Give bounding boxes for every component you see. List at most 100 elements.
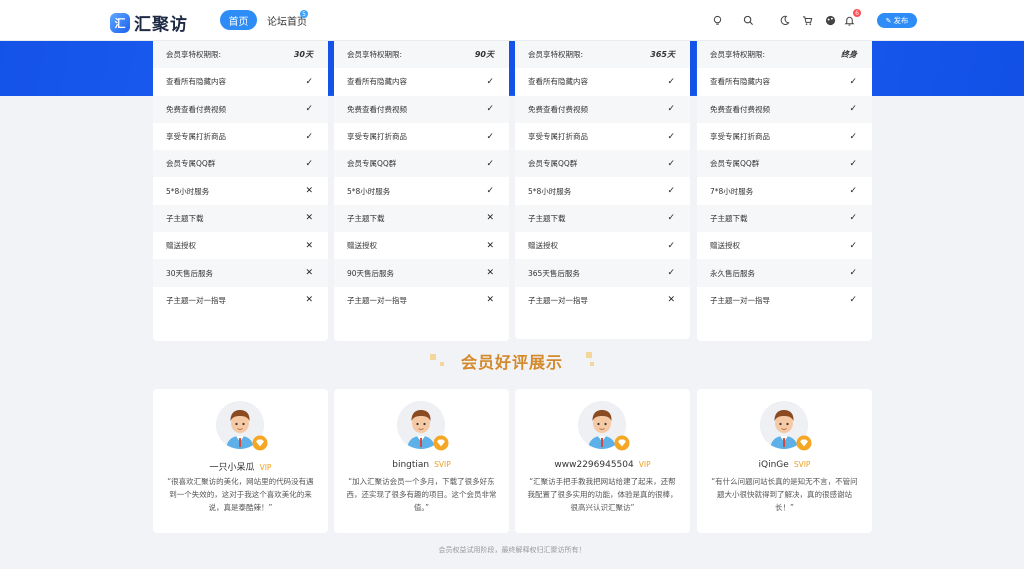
plan-feature-label: 免费查看付费视频 <box>166 104 226 114</box>
bulb-icon[interactable] <box>709 12 725 28</box>
plan-feature-row: 30天售后服务 ✕ <box>153 259 328 287</box>
check-icon: ✓ <box>849 186 857 197</box>
reviews-title: 会员好评展示 <box>460 353 563 372</box>
check-icon: ✓ <box>849 268 857 279</box>
check-icon: ✓ <box>486 186 494 197</box>
plan-period-label: 会员享特权期限: <box>528 50 584 60</box>
logo-icon: 汇 <box>110 12 130 33</box>
reviewer-name-line: 一只小呆瓜 VIP <box>153 460 328 473</box>
cross-icon: ✕ <box>486 268 494 279</box>
plan-feature-label: 7*8小时服务 <box>710 186 754 196</box>
member-level: VIP <box>638 460 651 469</box>
plan-feature-row: 免费查看付费视频 ✓ <box>515 95 690 123</box>
plan-feature-row: 90天售后服务 ✕ <box>334 259 509 287</box>
theme-palette-icon[interactable] <box>822 12 838 28</box>
dark-mode-icon[interactable] <box>776 12 792 28</box>
plan-feature-row: 享受专属打折商品 ✓ <box>697 123 872 150</box>
site-logo[interactable]: 汇 汇聚访 <box>110 10 188 35</box>
plan-feature-label: 查看所有隐藏内容 <box>347 77 407 87</box>
plan-feature-row: 5*8小时服务 ✓ <box>515 177 690 204</box>
plan-feature-label: 会员专属QQ群 <box>166 159 216 169</box>
plan-accent-bar <box>690 41 696 95</box>
plan-feature-label: 享受专属打折商品 <box>347 132 407 142</box>
publish-label: 发布 <box>893 16 909 25</box>
plan-feature-row: 查看所有隐藏内容 ✓ <box>697 68 872 95</box>
plan-feature-label: 子主题下载 <box>710 213 748 223</box>
plan-column: 会员享特权期限: 365天 查看所有隐藏内容 ✓ 免费查看付费视频 ✓ 享受专属打折商品 ✓ 会… <box>515 41 690 339</box>
reviewer-name: 一只小呆瓜 <box>209 463 255 473</box>
publish-button[interactable]: ✎ 发布 <box>877 13 917 28</box>
plan-feature-label: 享受专属打折商品 <box>166 132 226 142</box>
logo-text: 汇聚访 <box>134 15 188 35</box>
plan-column: 会员享特权期限: 90天 查看所有隐藏内容 ✓ 免费查看付费视频 ✓ 享受专属打折商品 ✓ 会员… <box>334 41 509 341</box>
check-icon: ✓ <box>849 240 857 251</box>
plan-feature-row: 子主题一对一指导 ✕ <box>515 287 690 314</box>
check-icon: ✓ <box>305 76 313 87</box>
plan-period-label: 会员享特权期限: <box>347 50 403 60</box>
plan-feature-row: 赠送授权 ✕ <box>334 232 509 259</box>
plan-feature-label: 30天售后服务 <box>166 268 214 278</box>
plan-feature-label: 查看所有隐藏内容 <box>528 77 588 87</box>
plan-feature-row: 5*8小时服务 ✕ <box>153 177 328 204</box>
check-icon: ✓ <box>667 213 675 224</box>
plan-column: 会员享特权期限: 30天 查看所有隐藏内容 ✓ 免费查看付费视频 ✓ 享受专属打折商品 ✓ 会员… <box>153 41 328 341</box>
check-icon: ✓ <box>667 240 675 251</box>
reviewer-name: www2296945504 <box>554 460 634 470</box>
plan-feature-label: 子主题下载 <box>528 213 566 223</box>
cross-icon: ✕ <box>305 240 313 251</box>
search-icon[interactable] <box>740 12 756 28</box>
top-header: 汇 汇聚访 首页 论坛首页 5 6 ✎ 发布 <box>0 0 1024 41</box>
plan-feature-label: 免费查看付费视频 <box>347 104 407 114</box>
plan-feature-label: 365天售后服务 <box>528 268 580 278</box>
plan-feature-row: 赠送授权 ✓ <box>697 232 872 259</box>
member-level: SVIP <box>793 460 811 469</box>
plan-feature-label: 赠送授权 <box>347 241 377 251</box>
review-card: bingtian SVIP “加入汇聚访会员一个多月，下载了很多好东西，还实现了很多… <box>334 389 509 533</box>
plan-feature-label: 享受专属打折商品 <box>528 132 588 142</box>
plan-feature-label: 赠送授权 <box>528 241 558 251</box>
vip-badge-icon <box>796 435 812 451</box>
plan-feature-row: 查看所有隐藏内容 ✓ <box>515 68 690 95</box>
plan-period-label: 会员享特权期限: <box>710 50 766 60</box>
review-card: iQinGe SVIP “有什么问题问站长真的是知无不言，不管问题大小很快就得到了解… <box>697 389 872 533</box>
check-icon: ✓ <box>849 104 857 115</box>
plan-period-row: 会员享特权期限: 终身 <box>697 41 872 69</box>
plan-feature-row: 子主题一对一指导 ✕ <box>334 287 509 314</box>
plan-period-row: 会员享特权期限: 30天 <box>153 41 328 69</box>
plan-feature-label: 5*8小时服务 <box>528 186 572 196</box>
vip-badge-icon <box>614 435 630 451</box>
plan-feature-row: 享受专属打折商品 ✓ <box>515 123 690 150</box>
check-icon: ✓ <box>667 76 675 87</box>
check-icon: ✓ <box>849 295 857 306</box>
plan-feature-row: 享受专属打折商品 ✓ <box>153 123 328 150</box>
notify-badge: 6 <box>853 9 861 17</box>
plan-feature-label: 子主题一对一指导 <box>166 295 226 305</box>
reviewer-name-line: iQinGe SVIP <box>697 460 872 470</box>
member-level: VIP <box>259 463 272 472</box>
check-icon: ✓ <box>305 104 313 115</box>
check-icon: ✓ <box>667 268 675 279</box>
plan-feature-label: 5*8小时服务 <box>347 186 391 196</box>
cart-icon[interactable] <box>799 12 815 28</box>
check-icon: ✓ <box>486 131 494 142</box>
plan-feature-row: 子主题下载 ✓ <box>515 204 690 233</box>
cross-icon: ✕ <box>305 186 313 197</box>
plan-period-value: 终身 <box>841 50 857 60</box>
cross-icon: ✕ <box>305 268 313 279</box>
plan-feature-row: 享受专属打折商品 ✓ <box>334 123 509 150</box>
plan-period-label: 会员享特权期限: <box>166 50 222 60</box>
plan-feature-label: 免费查看付费视频 <box>528 104 588 114</box>
cross-icon: ✕ <box>486 240 494 251</box>
nav-home[interactable]: 首页 <box>220 10 257 30</box>
cross-icon: ✕ <box>305 295 313 306</box>
plan-feature-row: 免费查看付费视频 ✓ <box>334 95 509 123</box>
review-text: “汇聚访手把手教我把网站给建了起来，还帮我配置了很多实用的功能，体验是真的很棒，… <box>527 477 678 512</box>
plan-period-row: 会员享特权期限: 90天 <box>334 41 509 69</box>
check-icon: ✓ <box>486 158 494 169</box>
plan-feature-row: 查看所有隐藏内容 ✓ <box>153 68 328 95</box>
check-icon: ✓ <box>305 158 313 169</box>
check-icon: ✓ <box>667 158 675 169</box>
check-icon: ✓ <box>849 76 857 87</box>
check-icon: ✓ <box>305 131 313 142</box>
plan-feature-row: 会员专属QQ群 ✓ <box>153 150 328 178</box>
